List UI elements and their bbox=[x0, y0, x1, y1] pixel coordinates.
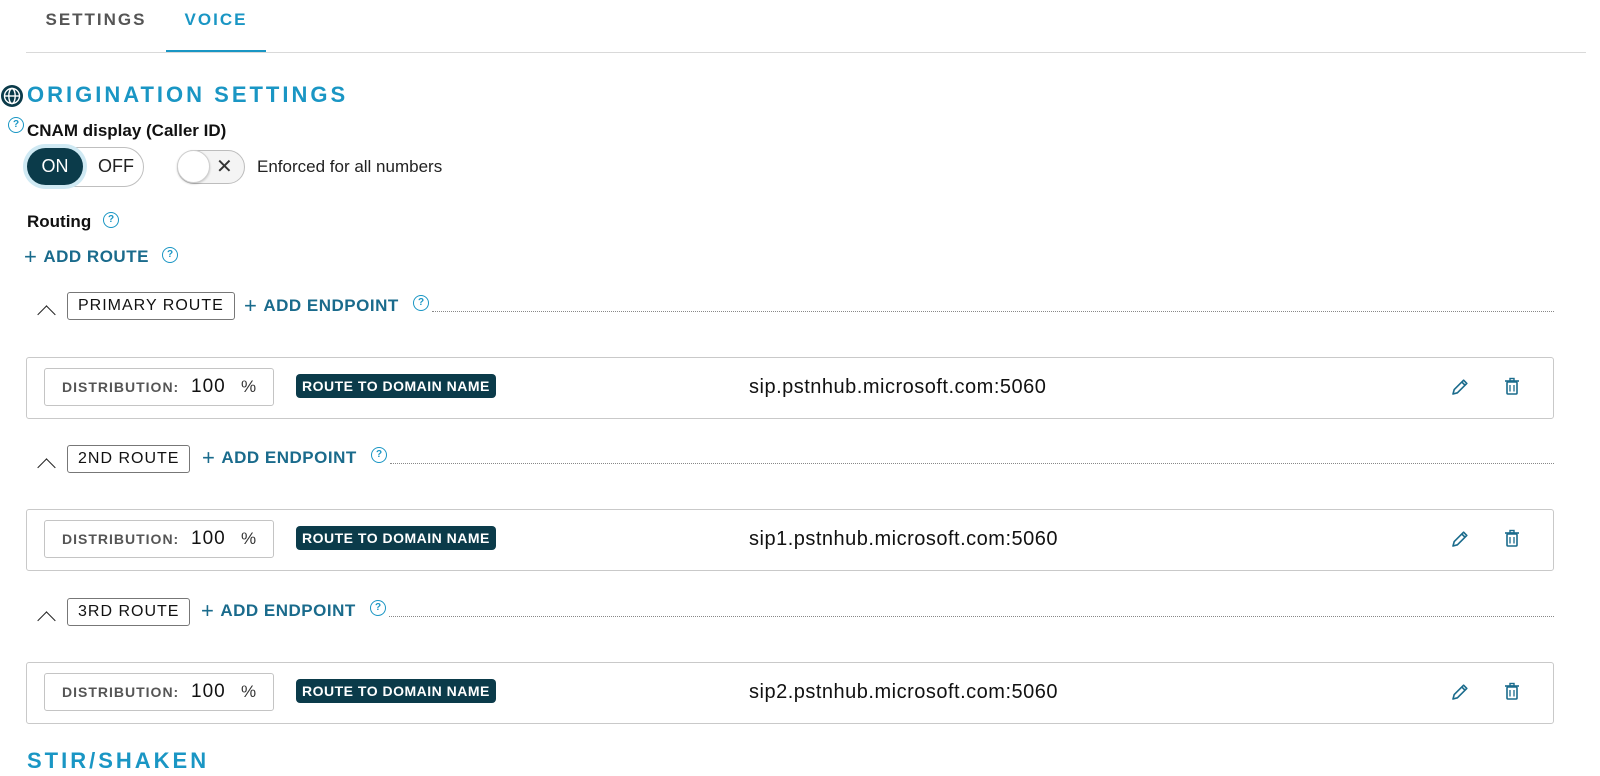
add-endpoint-button[interactable]: + ADD ENDPOINT bbox=[244, 293, 399, 319]
help-icon[interactable]: ? bbox=[103, 212, 119, 228]
distribution-label: DISTRIBUTION: bbox=[62, 684, 180, 700]
percent-sign: % bbox=[241, 529, 257, 548]
plus-icon: + bbox=[202, 445, 216, 470]
percent-sign: % bbox=[241, 377, 257, 396]
globe-icon bbox=[1, 85, 23, 107]
route-divider bbox=[390, 463, 1554, 464]
distribution-value[interactable]: 100 bbox=[191, 674, 226, 710]
trash-icon[interactable] bbox=[1501, 681, 1523, 703]
cnam-toggle-on[interactable]: ON bbox=[27, 148, 83, 185]
plus-icon: + bbox=[244, 293, 258, 318]
routing-label: Routing bbox=[27, 212, 92, 231]
trash-icon[interactable] bbox=[1501, 528, 1523, 550]
route-divider bbox=[432, 311, 1554, 312]
section-title-origination: ORIGINATION SETTINGS bbox=[27, 82, 349, 107]
distribution-field[interactable]: DISTRIBUTION: 100 % bbox=[44, 520, 274, 558]
enforced-label: Enforced for all numbers bbox=[257, 157, 443, 176]
close-icon: ✕ bbox=[216, 156, 233, 178]
section-title-stir-shaken: STIR/SHAKEN bbox=[27, 748, 210, 773]
distribution-field[interactable]: DISTRIBUTION: 100 % bbox=[44, 368, 274, 406]
add-endpoint-button[interactable]: + ADD ENDPOINT bbox=[202, 445, 357, 471]
route-name-primary[interactable]: PRIMARY ROUTE bbox=[67, 292, 235, 320]
plus-icon: + bbox=[201, 598, 215, 623]
endpoint-domain: sip1.pstnhub.microsoft.com:5060 bbox=[749, 528, 1058, 550]
distribution-label: DISTRIBUTION: bbox=[62, 379, 180, 395]
chevron-up-icon[interactable] bbox=[37, 611, 56, 630]
route-type-badge: ROUTE TO DOMAIN NAME bbox=[296, 374, 496, 398]
route-divider bbox=[389, 616, 1554, 617]
endpoint-row: DISTRIBUTION: 100 % ROUTE TO DOMAIN NAME… bbox=[26, 509, 1554, 571]
add-endpoint-button[interactable]: + ADD ENDPOINT bbox=[201, 598, 356, 624]
cnam-label: CNAM display (Caller ID) bbox=[27, 121, 227, 140]
help-icon[interactable]: ? bbox=[371, 447, 387, 463]
tab-voice[interactable]: VOICE bbox=[166, 0, 266, 52]
distribution-field[interactable]: DISTRIBUTION: 100 % bbox=[44, 673, 274, 711]
enforced-switch[interactable]: ✕ bbox=[177, 150, 245, 184]
endpoint-row: DISTRIBUTION: 100 % ROUTE TO DOMAIN NAME… bbox=[26, 662, 1554, 724]
cnam-toggle[interactable]: ON OFF bbox=[26, 147, 144, 187]
help-icon[interactable]: ? bbox=[8, 117, 24, 133]
endpoint-row: DISTRIBUTION: 100 % ROUTE TO DOMAIN NAME… bbox=[26, 357, 1554, 419]
endpoint-domain: sip2.pstnhub.microsoft.com:5060 bbox=[749, 681, 1058, 703]
trash-icon[interactable] bbox=[1501, 376, 1523, 398]
route-name-2nd[interactable]: 2ND ROUTE bbox=[67, 445, 191, 473]
add-route-button[interactable]: + ADD ROUTE bbox=[24, 244, 149, 270]
cnam-toggle-off[interactable]: OFF bbox=[89, 148, 143, 185]
percent-sign: % bbox=[241, 682, 257, 701]
distribution-value[interactable]: 100 bbox=[191, 521, 226, 557]
route-name-3rd[interactable]: 3RD ROUTE bbox=[67, 598, 191, 626]
distribution-value[interactable]: 100 bbox=[191, 369, 226, 405]
endpoint-domain: sip.pstnhub.microsoft.com:5060 bbox=[749, 376, 1047, 398]
route-type-badge: ROUTE TO DOMAIN NAME bbox=[296, 526, 496, 550]
route-type-badge: ROUTE TO DOMAIN NAME bbox=[296, 679, 496, 703]
chevron-up-icon[interactable] bbox=[37, 458, 56, 477]
tab-settings[interactable]: SETTINGS bbox=[26, 0, 166, 50]
pencil-icon[interactable] bbox=[1449, 681, 1471, 703]
tab-bar: SETTINGS VOICE bbox=[26, 0, 1586, 53]
pencil-icon[interactable] bbox=[1449, 376, 1471, 398]
help-icon[interactable]: ? bbox=[413, 295, 429, 311]
switch-knob bbox=[177, 150, 210, 183]
distribution-label: DISTRIBUTION: bbox=[62, 531, 180, 547]
help-icon[interactable]: ? bbox=[162, 247, 178, 263]
help-icon[interactable]: ? bbox=[370, 600, 386, 616]
plus-icon: + bbox=[24, 244, 38, 269]
chevron-up-icon[interactable] bbox=[37, 305, 56, 324]
pencil-icon[interactable] bbox=[1449, 528, 1471, 550]
